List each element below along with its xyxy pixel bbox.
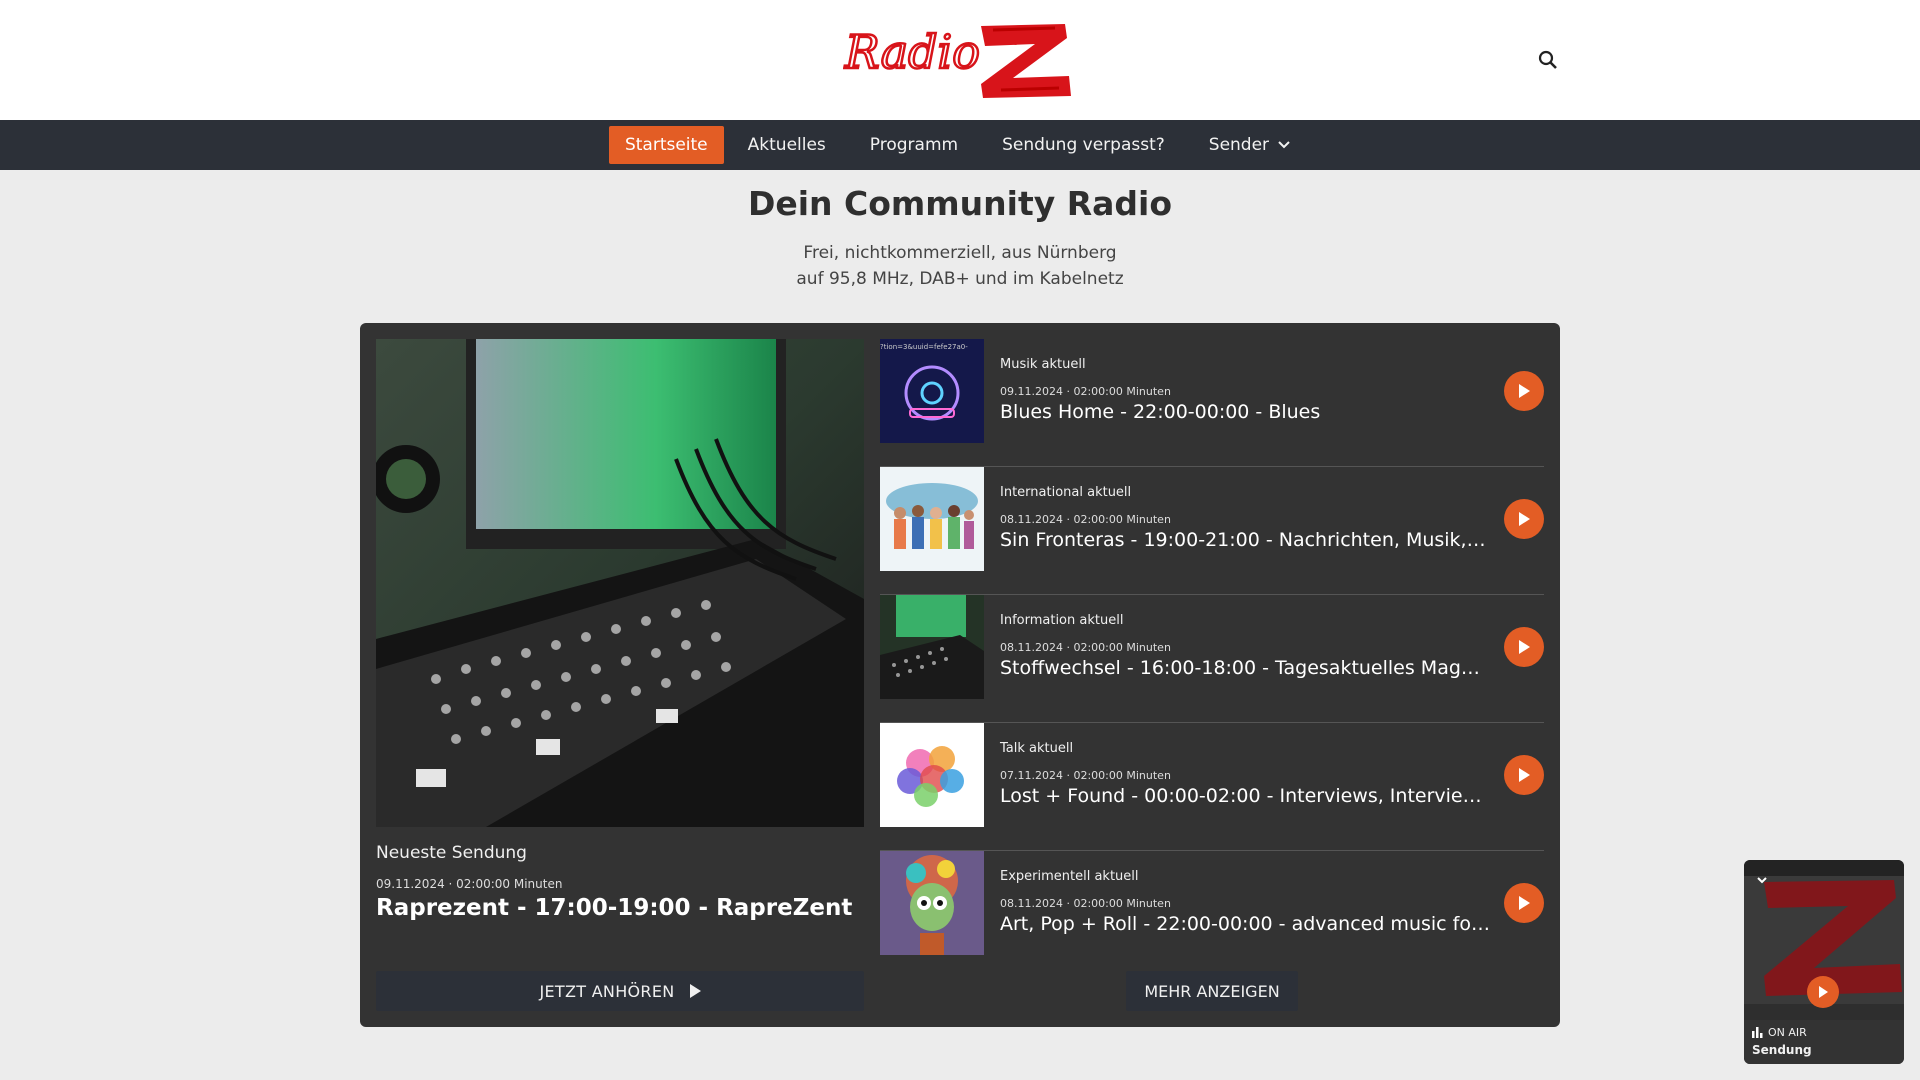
main-nav: Startseite Aktuelles Programm Sendung ve… <box>0 120 1920 170</box>
search-icon <box>1538 50 1557 69</box>
featured-title[interactable]: Raprezent - 17:00-19:00 - RapreZent <box>376 895 856 921</box>
collapse-button[interactable] <box>1754 872 1770 888</box>
show-category: Talk aktuell <box>1000 741 1074 756</box>
play-icon <box>1819 986 1828 998</box>
show-meta: 08.11.2024 · 02:00:00 Minuten <box>1000 897 1171 910</box>
show-meta: 07.11.2024 · 02:00:00 Minuten <box>1000 769 1171 782</box>
search-button[interactable] <box>1532 44 1564 76</box>
list-item: Talk aktuell 07.11.2024 · 02:00:00 Minut… <box>880 723 1544 851</box>
hero-subtitle: Frei, nichtkommerziell, aus Nürnberg auf… <box>0 240 1920 292</box>
play-icon <box>689 984 701 998</box>
show-title[interactable]: Sin Fronteras - 19:00-21:00 - Nachrichte… <box>1000 529 1490 551</box>
play-button[interactable] <box>1504 371 1544 411</box>
play-icon <box>1519 640 1530 654</box>
show-title[interactable]: Blues Home - 22:00-00:00 - Blues <box>1000 401 1490 423</box>
play-icon <box>1519 384 1530 398</box>
svg-text:Radio: Radio <box>844 25 980 79</box>
show-category: Musik aktuell <box>1000 357 1086 372</box>
nav-label: Startseite <box>624 135 708 155</box>
chevron-down-icon <box>1757 877 1767 884</box>
list-item: Information aktuell 08.11.2024 · 02:00:0… <box>880 595 1544 723</box>
hero-subtitle-line1: Frei, nichtkommerziell, aus Nürnberg <box>803 243 1117 263</box>
play-icon <box>1519 512 1530 526</box>
listen-now-label: JETZT ANHÖREN <box>539 981 675 1001</box>
show-category: Information aktuell <box>1000 613 1124 628</box>
featured-show-image[interactable] <box>376 339 864 827</box>
page-title: Dein Community Radio <box>747 184 1173 223</box>
nav-label: Sendung verpasst? <box>1002 135 1165 155</box>
mini-player: ON AIR Sendung <box>1744 860 1904 1064</box>
on-air-label: ON AIR <box>1768 1026 1807 1039</box>
mini-play-button[interactable] <box>1807 976 1839 1008</box>
equalizer-icon <box>1752 1027 1763 1038</box>
show-thumbnail[interactable] <box>880 723 984 827</box>
featured-meta: 09.11.2024 · 02:00:00 Minuten <box>376 877 563 891</box>
nav-label: Sender <box>1208 135 1270 155</box>
show-thumbnail[interactable] <box>880 595 984 699</box>
nav-sendung-verpasst[interactable]: Sendung verpasst? <box>982 126 1185 164</box>
nav-label: Aktuelles <box>747 135 826 155</box>
featured-kicker: Neueste Sendung <box>376 843 527 863</box>
thumb-alt-text: ?tion=3&uuid=fefe27a0- <box>880 343 968 351</box>
on-air-indicator: ON AIR <box>1752 1026 1807 1039</box>
show-category: International aktuell <box>1000 485 1132 500</box>
radio-z-logo[interactable]: Radio <box>843 16 1075 104</box>
show-thumbnail[interactable] <box>880 851 984 955</box>
show-title[interactable]: Art, Pop + Roll - 22:00-00:00 - advanced… <box>1000 913 1490 935</box>
shows-card: Neueste Sendung 09.11.2024 · 02:00:00 Mi… <box>360 323 1560 1027</box>
play-icon <box>1519 896 1530 910</box>
play-button[interactable] <box>1504 883 1544 923</box>
show-thumbnail[interactable]: ?tion=3&uuid=fefe27a0- <box>880 339 984 443</box>
play-button[interactable] <box>1504 755 1544 795</box>
show-meta: 08.11.2024 · 02:00:00 Minuten <box>1000 641 1171 654</box>
site-header: Radio <box>0 0 1920 120</box>
nav-label: Programm <box>869 135 959 155</box>
nav-aktuelles[interactable]: Aktuelles <box>728 126 846 164</box>
play-button[interactable] <box>1504 627 1544 667</box>
list-item: Experimentell aktuell 08.11.2024 · 02:00… <box>880 851 1544 979</box>
show-list: ?tion=3&uuid=fefe27a0- Musik aktuell 09.… <box>880 339 1544 979</box>
show-meta: 08.11.2024 · 02:00:00 Minuten <box>1000 513 1171 526</box>
show-more-button[interactable]: MEHR ANZEIGEN <box>1126 971 1298 1011</box>
hero-subtitle-line2: auf 95,8 MHz, DAB+ und im Kabelnetz <box>796 269 1124 289</box>
nav-programm[interactable]: Programm <box>850 126 978 164</box>
show-thumbnail[interactable] <box>880 467 984 571</box>
listen-now-button[interactable]: JETZT ANHÖREN <box>376 971 864 1011</box>
play-button[interactable] <box>1504 499 1544 539</box>
play-icon <box>1519 768 1530 782</box>
show-title[interactable]: Stoffwechsel - 16:00-18:00 - Tagesaktuel… <box>1000 657 1490 679</box>
list-item: ?tion=3&uuid=fefe27a0- Musik aktuell 09.… <box>880 339 1544 467</box>
nav-sender-dropdown[interactable]: Sender <box>1189 126 1311 164</box>
list-item: International aktuell 08.11.2024 · 02:00… <box>880 467 1544 595</box>
show-category: Experimentell aktuell <box>1000 869 1139 884</box>
show-title[interactable]: Lost + Found - 00:00-02:00 - Interviews,… <box>1000 785 1490 807</box>
show-meta: 09.11.2024 · 02:00:00 Minuten <box>1000 385 1171 398</box>
chevron-down-icon <box>1278 141 1290 149</box>
mini-show-name: Sendung <box>1752 1043 1812 1057</box>
nav-startseite[interactable]: Startseite <box>608 126 724 164</box>
